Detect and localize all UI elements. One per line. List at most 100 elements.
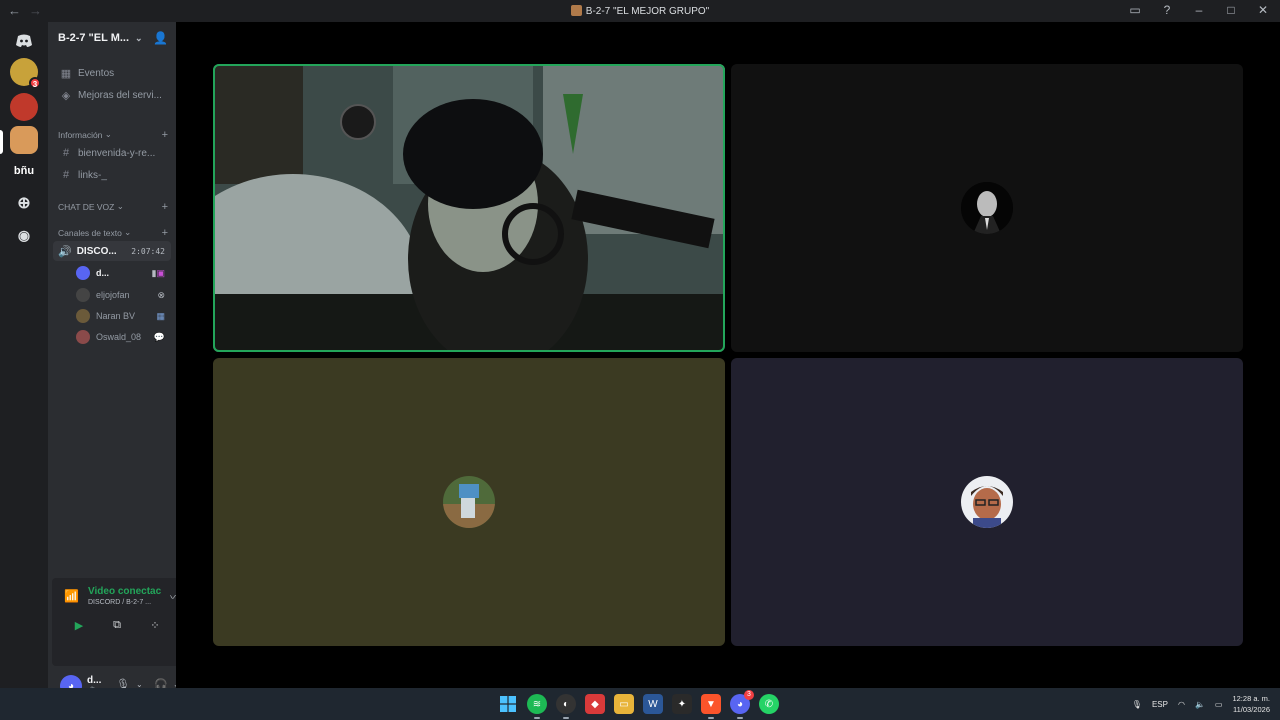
hash-icon: #	[62, 147, 70, 159]
voice-status[interactable]: Video conectac	[88, 586, 161, 597]
window-controls: ▭ ? – □ ✕	[1128, 3, 1270, 17]
oswald-tile[interactable]	[731, 358, 1243, 646]
avatar	[76, 330, 90, 344]
clock-date: 11/03/2026	[1233, 705, 1270, 714]
discord-home-icon[interactable]	[10, 27, 38, 55]
voice-member[interactable]: eljojofan ⊗	[76, 286, 171, 304]
avatar	[961, 182, 1013, 234]
user-name[interactable]: d...	[87, 675, 101, 686]
chevron-down-icon: ⌄	[124, 227, 132, 237]
chevron-down-icon: ⌄	[104, 129, 112, 139]
webcam-tile[interactable]	[213, 64, 725, 352]
help-icon[interactable]: ?	[1160, 3, 1174, 17]
chevron-down-icon: ⌄	[116, 201, 124, 211]
add-server-icon[interactable]: ⊕	[10, 189, 38, 217]
add-channel-icon[interactable]: +	[162, 227, 168, 239]
voice-channel-label: DISCO...	[76, 245, 117, 257]
language-indicator[interactable]: ESP	[1152, 700, 1168, 709]
invite-icon[interactable]: 👤	[153, 31, 168, 45]
category-label: Información	[58, 129, 103, 140]
notification-badge: 3	[744, 690, 754, 700]
member-name: eljojofan	[96, 290, 130, 300]
events-label: Eventos	[78, 67, 115, 79]
mic-icon[interactable]: 🎙	[1132, 700, 1142, 709]
whatsapp-icon[interactable]: ✆	[759, 694, 779, 714]
spotify-icon[interactable]: ≋	[527, 694, 547, 719]
taskbar-apps: ≋ ◐ ◆ ▭ W ✦ ▼ ◕ 3 ✆	[498, 690, 779, 719]
folder-icon[interactable]: ▭	[614, 694, 634, 714]
eljojofan-tile[interactable]	[731, 64, 1243, 352]
voice-channel-disco[interactable]: 🔊 DISCO... 2:07:42	[53, 241, 171, 261]
naran-tile[interactable]	[213, 358, 725, 646]
title-bar: ← → B-2-7 "EL MEJOR GRUPO" ▭ ? – □ ✕	[0, 0, 1280, 22]
activities-button[interactable]: ⁘	[140, 616, 170, 634]
channel-links[interactable]: # links-_	[53, 165, 171, 185]
mic-icon[interactable]: 🎙	[116, 678, 130, 688]
calendar-icon: ▦	[60, 67, 72, 80]
avatar[interactable]: ◕	[60, 675, 82, 688]
avatar	[961, 476, 1013, 528]
server-badge: 3	[29, 77, 41, 89]
server-bnu[interactable]: bñu	[10, 157, 38, 185]
voice-connection-panel: 📶 Video conectac DISCORD / B-2-7 ... 〰 ☎…	[52, 578, 176, 666]
avatar	[76, 266, 90, 280]
server-1-icon[interactable]: 3	[10, 58, 41, 89]
screen-share-button[interactable]: ⧉	[102, 616, 132, 634]
server-header[interactable]: B-2-7 "EL M... ⌄ 👤	[48, 22, 176, 54]
explore-icon[interactable]: ◉	[10, 221, 38, 249]
avatar	[76, 309, 90, 323]
webcam-video	[213, 64, 725, 352]
clock[interactable]: 12:28 a. m. 11/03/2026	[1232, 693, 1270, 715]
chat-icon: 💬	[153, 331, 165, 342]
brave-icon[interactable]: ▼	[701, 694, 721, 719]
wifi-icon[interactable]: ◠	[1178, 700, 1185, 709]
channel-sidebar: B-2-7 "EL M... ⌄ 👤 ▦ Eventos ◈ Mejoras del…	[48, 22, 176, 688]
minimize-button[interactable]: –	[1192, 3, 1206, 17]
close-button[interactable]: ✕	[1256, 3, 1270, 17]
selected-pill	[0, 130, 3, 154]
video-stage	[176, 22, 1280, 688]
volume-icon[interactable]: 🔈	[1195, 700, 1205, 709]
video-icon: ▮▣	[151, 267, 165, 278]
events-item[interactable]: ▦ Eventos	[53, 63, 171, 83]
clock-time: 12:28 a. m.	[1232, 694, 1270, 703]
pdf-icon[interactable]: ◆	[585, 694, 605, 714]
headphones-icon[interactable]: 🎧	[154, 678, 168, 688]
camera-button[interactable]: ▶	[64, 616, 94, 634]
boosts-item[interactable]: ◈ Mejoras del servi...	[53, 85, 171, 105]
channel-label: links-_	[78, 169, 107, 181]
speaker-icon: 🔊	[58, 245, 72, 258]
category-label: CHAT DE VOZ	[58, 201, 115, 212]
user-panel: ◕ d... 🔊 • 🎙 ⌄ 🎧 ⌄ ⚙	[52, 668, 176, 688]
hash-icon: #	[62, 169, 70, 181]
category-voice[interactable]: CHAT DE VOZ ⌄ +	[58, 201, 170, 213]
server-2-icon[interactable]	[10, 93, 38, 121]
obs-icon[interactable]: ◐	[556, 694, 576, 719]
chevron-down-icon[interactable]: ⌄	[136, 680, 143, 688]
category-info[interactable]: Información ⌄ +	[58, 129, 170, 141]
inbox-icon[interactable]: ▭	[1128, 3, 1142, 17]
davinci-icon[interactable]: ✦	[672, 694, 692, 714]
maximize-button[interactable]: □	[1224, 3, 1238, 17]
battery-icon[interactable]: ▭	[1215, 700, 1223, 709]
server-3-icon[interactable]	[10, 126, 38, 154]
boosts-label: Mejoras del servi...	[78, 89, 162, 101]
category-label: Canales de texto	[58, 227, 122, 238]
voice-channel-path[interactable]: DISCORD / B-2-7 ...	[88, 599, 151, 606]
word-icon[interactable]: W	[643, 694, 663, 714]
discord-taskbar-icon[interactable]: ◕ 3	[730, 690, 754, 719]
member-name: Oswald_08	[96, 332, 142, 342]
voice-member[interactable]: Naran BV ▦	[76, 307, 171, 325]
signal-icon: 📶	[64, 589, 79, 603]
server-rail: 3 bñu ⊕ ◉	[0, 22, 48, 688]
add-channel-icon[interactable]: +	[162, 201, 168, 213]
voice-member[interactable]: d... ▮▣	[76, 264, 171, 282]
boost-icon: ◈	[61, 89, 71, 102]
category-text[interactable]: Canales de texto ⌄ +	[58, 227, 170, 239]
voice-channel-timer: 2:07:42	[131, 246, 165, 256]
add-channel-icon[interactable]: +	[162, 129, 168, 141]
channel-bienvenida[interactable]: # bienvenida-y-re...	[53, 143, 171, 163]
chevron-down-icon: ⌄	[135, 32, 143, 43]
voice-member[interactable]: Oswald_08 💬	[76, 328, 171, 346]
windows-start-icon[interactable]	[498, 694, 518, 714]
